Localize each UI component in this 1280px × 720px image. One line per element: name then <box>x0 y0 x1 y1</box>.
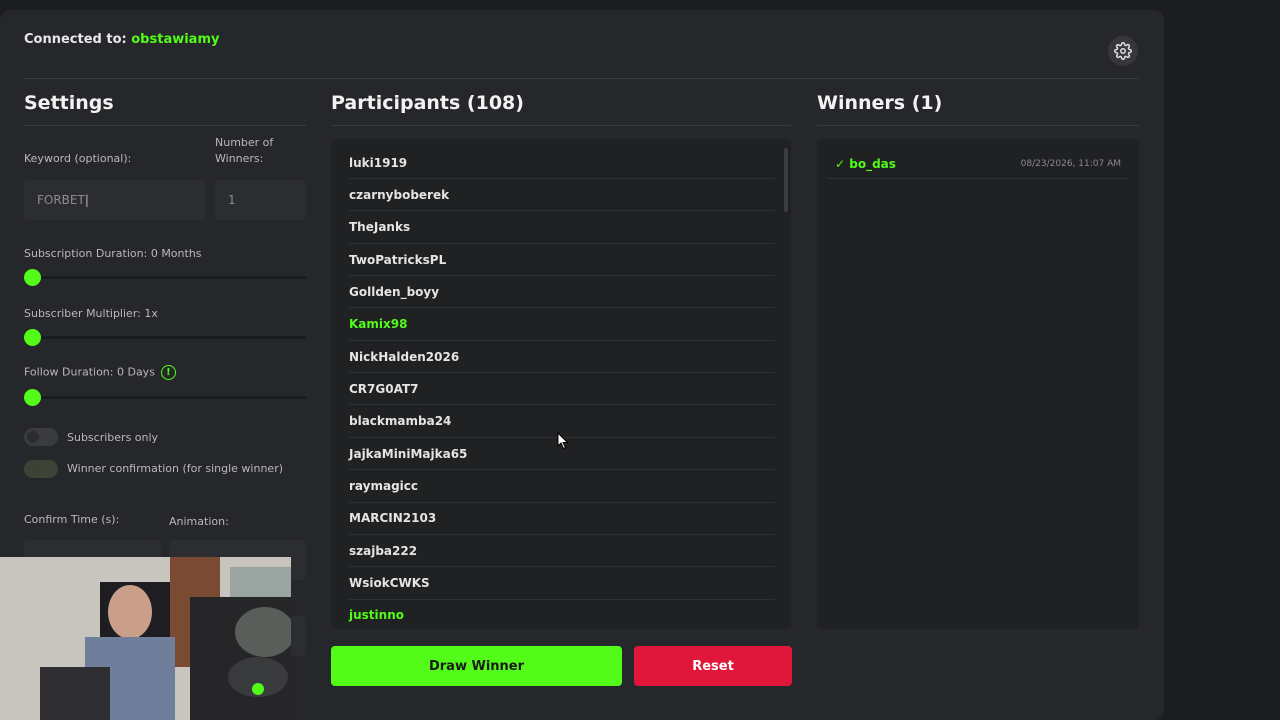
participant-row[interactable]: czarnyboberek <box>349 179 775 212</box>
animation-label: Animation: <box>169 515 229 528</box>
gear-icon <box>1114 42 1132 60</box>
participant-row[interactable]: TheJanks <box>349 212 775 244</box>
info-icon[interactable]: ! <box>160 365 176 380</box>
slider-track <box>24 336 306 339</box>
sub-duration-label: Subscription Duration: 0 Months <box>24 247 202 260</box>
participant-row[interactable]: NickHalden2026 <box>349 341 775 374</box>
keyword-value: FORBET <box>37 193 85 207</box>
mouse-cursor <box>557 432 569 450</box>
draw-winner-button[interactable]: Draw Winner <box>331 646 622 686</box>
winners-divider <box>817 125 1139 126</box>
follow-duration-slider[interactable] <box>24 389 306 406</box>
subscribers-only-label: Subscribers only <box>67 431 159 444</box>
participant-row[interactable]: WsiokCWKS <box>349 568 775 600</box>
slider-track <box>24 396 306 399</box>
multiplier-label: Subscriber Multiplier: 1x <box>24 307 158 320</box>
winner-timestamp: 08/23/2026, 11:07 AM <box>1020 158 1121 169</box>
participant-row[interactable]: TwoPatricksPL <box>349 244 775 277</box>
connection-status: Connected to: obstawiamy <box>24 32 219 47</box>
participants-scrollbar[interactable] <box>784 148 788 212</box>
participants-list[interactable]: luki1919 czarnyboberek TheJanks TwoPatricks… <box>331 139 791 629</box>
winners-list: ✓ bo_das 08/23/2026, 11:07 AM <box>817 139 1139 629</box>
subscribers-only-toggle[interactable] <box>24 428 58 446</box>
slider-track <box>24 276 306 279</box>
follow-duration-label: Follow Duration: 0 Days <box>24 365 155 379</box>
confirm-time-label: Confirm Time (s): <box>24 513 120 526</box>
winners-count-label-line1: Number of <box>215 136 274 149</box>
participant-row[interactable]: luki1919 <box>349 147 775 179</box>
participant-row[interactable]: justinno <box>349 600 775 629</box>
settings-gear-button[interactable] <box>1108 36 1138 66</box>
sub-duration-slider[interactable] <box>24 269 306 286</box>
toggle-knob <box>27 431 39 443</box>
participant-row[interactable]: Gollden_boyy <box>349 276 775 309</box>
keyword-input[interactable]: FORBET | <box>24 180 206 220</box>
settings-title: Settings <box>24 92 114 114</box>
follow-duration-row: Follow Duration: 0 Days! <box>24 365 176 380</box>
participant-row[interactable]: MARCIN2103 <box>349 503 775 535</box>
webcam-overlay <box>0 557 291 720</box>
settings-divider <box>24 125 306 126</box>
channel-name: obstawiamy <box>131 32 220 47</box>
winners-title: Winners (1) <box>817 92 943 114</box>
slider-handle[interactable] <box>24 269 41 286</box>
winner-row: ✓ bo_das 08/23/2026, 11:07 AM <box>827 149 1129 179</box>
winners-count-input[interactable]: 1 <box>215 180 306 220</box>
slider-handle[interactable] <box>24 389 41 406</box>
winner-confirmation-label: Winner confirmation (for single winner) <box>67 462 284 475</box>
winner-name: ✓ bo_das <box>835 156 896 171</box>
participants-divider <box>331 125 791 126</box>
participant-row[interactable]: raymagicc <box>349 471 775 503</box>
participants-title: Participants (108) <box>331 92 524 114</box>
participant-row[interactable]: CR7G0AT7 <box>349 373 775 406</box>
reset-button[interactable]: Reset <box>634 646 792 686</box>
participant-row[interactable]: szajba222 <box>349 535 775 568</box>
participant-row[interactable]: Kamix98 <box>349 309 775 341</box>
keyword-label: Keyword (optional): <box>24 152 132 165</box>
header-divider <box>24 78 1139 79</box>
webcam-image <box>0 557 291 720</box>
winners-count-label-line2: Winners: <box>215 152 264 165</box>
winners-count-value: 1 <box>228 193 236 207</box>
slider-handle[interactable] <box>24 329 41 346</box>
winner-confirmation-toggle[interactable] <box>24 460 58 478</box>
toggle-knob <box>27 463 39 475</box>
connection-prefix: Connected to: <box>24 32 127 47</box>
multiplier-slider[interactable] <box>24 329 306 346</box>
